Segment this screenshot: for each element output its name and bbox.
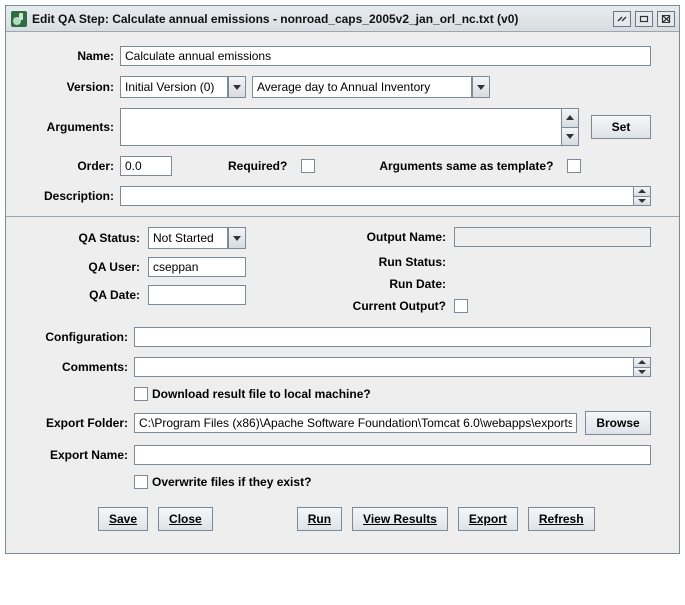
run-date-label: Run Date: xyxy=(314,277,454,291)
version-value: Initial Version (0) xyxy=(125,80,214,94)
current-output-checkbox[interactable] xyxy=(454,299,468,313)
content-area: Name: Version: Initial Version (0) Avera… xyxy=(6,32,679,553)
overwrite-checkbox[interactable] xyxy=(134,475,148,489)
export-name-label: Export Name: xyxy=(34,448,134,462)
spin-down-icon[interactable] xyxy=(633,368,651,378)
comments-input[interactable] xyxy=(134,357,633,377)
run-status-label: Run Status: xyxy=(314,255,454,269)
window-title: Edit QA Step: Calculate annual emissions… xyxy=(32,12,613,26)
configuration-label: Configuration: xyxy=(34,330,134,344)
name-input[interactable] xyxy=(120,46,651,66)
spin-up-icon[interactable] xyxy=(633,357,651,368)
restore-window-icon[interactable] xyxy=(613,11,631,27)
program-select[interactable]: Average day to Annual Inventory xyxy=(252,76,490,98)
configuration-input[interactable] xyxy=(134,327,651,347)
qa-user-label: QA User: xyxy=(34,260,148,274)
version-label: Version: xyxy=(34,80,120,94)
version-select[interactable]: Initial Version (0) xyxy=(120,76,246,98)
maximize-window-icon[interactable] xyxy=(635,11,653,27)
chevron-down-icon[interactable] xyxy=(228,227,246,249)
close-window-icon[interactable] xyxy=(657,11,675,27)
comments-label: Comments: xyxy=(34,360,134,374)
qa-status-value: Not Started xyxy=(153,231,214,245)
required-checkbox[interactable] xyxy=(301,159,315,173)
save-button[interactable]: Save xyxy=(98,507,148,531)
export-button[interactable]: Export xyxy=(458,507,518,531)
run-button[interactable]: Run xyxy=(297,507,342,531)
spin-down-icon[interactable] xyxy=(633,197,651,207)
qa-user-input[interactable] xyxy=(148,257,246,277)
overwrite-label: Overwrite files if they exist? xyxy=(152,475,311,489)
chevron-down-icon[interactable] xyxy=(472,76,490,98)
qa-status-label: QA Status: xyxy=(34,231,148,245)
section-divider xyxy=(6,216,679,217)
required-label: Required? xyxy=(228,159,293,173)
description-label: Description: xyxy=(34,189,120,203)
view-results-button[interactable]: View Results xyxy=(352,507,448,531)
output-name-field xyxy=(454,227,651,247)
download-checkbox[interactable] xyxy=(134,387,148,401)
order-label: Order: xyxy=(34,159,120,173)
set-button[interactable]: Set xyxy=(591,115,651,139)
name-label: Name: xyxy=(34,49,120,63)
qa-date-label: QA Date: xyxy=(34,288,148,302)
description-input[interactable] xyxy=(120,186,633,206)
current-output-label: Current Output? xyxy=(314,299,454,313)
scroll-up-icon[interactable] xyxy=(561,108,579,128)
args-same-label: Arguments same as template? xyxy=(379,159,559,173)
browse-button[interactable]: Browse xyxy=(585,411,651,435)
close-button[interactable]: Close xyxy=(158,507,213,531)
download-label: Download result file to local machine? xyxy=(152,387,371,401)
order-input[interactable] xyxy=(120,156,172,176)
args-same-checkbox[interactable] xyxy=(567,159,581,173)
export-folder-label: Export Folder: xyxy=(34,416,134,430)
footer-buttons: Save Close Run View Results Export Refre… xyxy=(34,499,651,543)
spin-up-icon[interactable] xyxy=(633,186,651,197)
export-folder-input[interactable] xyxy=(134,413,577,433)
qa-date-input[interactable] xyxy=(148,285,246,305)
arguments-textarea[interactable] xyxy=(120,108,561,146)
titlebar: Edit QA Step: Calculate annual emissions… xyxy=(6,6,679,32)
qa-status-select[interactable]: Not Started xyxy=(148,227,246,249)
arguments-label: Arguments: xyxy=(34,120,120,134)
window-frame: Edit QA Step: Calculate annual emissions… xyxy=(5,5,680,554)
output-name-label: Output Name: xyxy=(314,230,454,244)
chevron-down-icon[interactable] xyxy=(228,76,246,98)
scroll-down-icon[interactable] xyxy=(561,128,579,147)
refresh-button[interactable]: Refresh xyxy=(528,507,595,531)
app-icon xyxy=(10,10,28,28)
program-value: Average day to Annual Inventory xyxy=(257,80,430,94)
export-name-input[interactable] xyxy=(134,445,651,465)
